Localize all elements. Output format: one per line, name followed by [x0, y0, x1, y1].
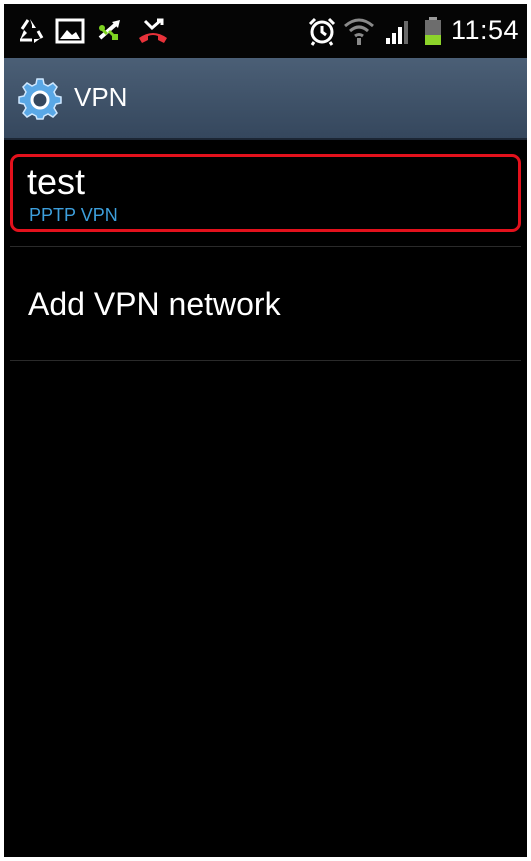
image-icon — [55, 18, 85, 44]
divider — [10, 360, 521, 361]
status-bar: 11:54 — [4, 4, 527, 58]
usb-icon — [98, 20, 120, 40]
battery-icon — [425, 17, 441, 45]
signal-icon — [386, 21, 408, 44]
page-title: VPN — [74, 82, 128, 112]
gear-icon[interactable] — [18, 76, 62, 120]
divider — [10, 246, 521, 247]
wifi-icon — [344, 18, 374, 45]
clock-time: 11:54 — [450, 15, 519, 45]
recycle-icon — [20, 19, 44, 43]
missed-call-icon — [139, 18, 167, 43]
vpn-profile-name: test — [27, 161, 86, 202]
phone-screen: 11:54 VPN test PPTP VPN Add VPN network — [4, 4, 527, 857]
action-bar: VPN — [4, 58, 527, 140]
vpn-profile-type: PPTP VPN — [29, 205, 118, 225]
alarm-icon — [308, 17, 336, 46]
vpn-profile-item[interactable]: test PPTP VPN — [10, 154, 521, 232]
add-vpn-network-label: Add VPN network — [28, 286, 281, 322]
add-vpn-network-button[interactable]: Add VPN network — [4, 254, 527, 358]
